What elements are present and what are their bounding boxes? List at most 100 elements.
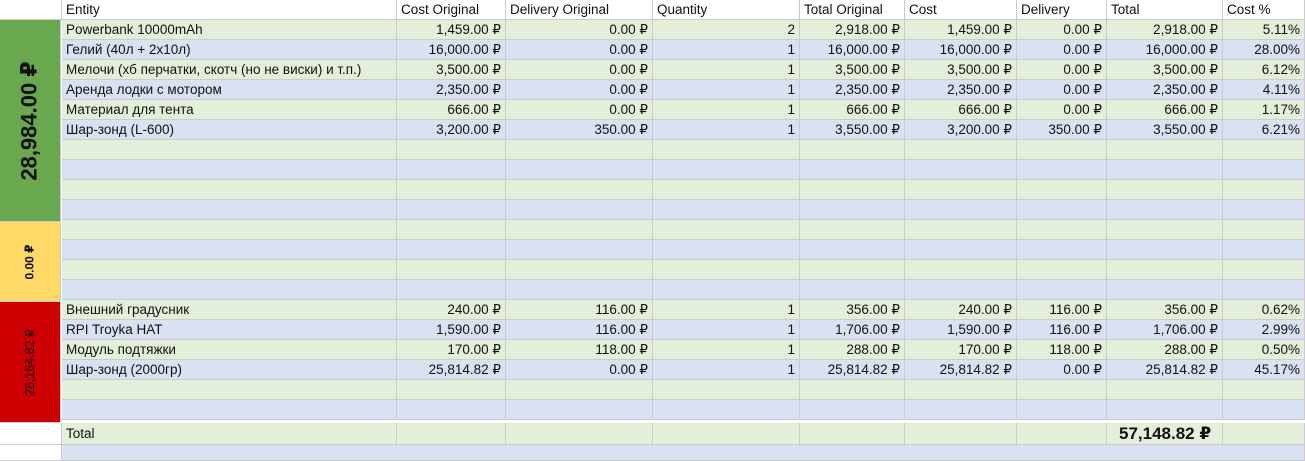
delivery-original-cell[interactable] [506,200,653,220]
cost-cell[interactable]: 25,814.82 ₽ [905,360,1017,380]
delivery-cell[interactable]: 0.00 ₽ [1017,80,1107,100]
table-cell[interactable] [800,423,905,445]
cost-cell[interactable]: 170.00 ₽ [905,340,1017,360]
delivery-cell[interactable]: 0.00 ₽ [1017,40,1107,60]
entity-cell[interactable] [62,200,397,220]
cost-original-cell[interactable]: 170.00 ₽ [397,340,506,360]
delivery-cell[interactable]: 0.00 ₽ [1017,20,1107,40]
header-cost[interactable]: Cost [905,0,1017,20]
cost-pct-cell[interactable]: 2.99% [1223,320,1305,340]
total-cell[interactable]: 356.00 ₽ [1107,300,1223,320]
entity-cell[interactable]: Модуль подтяжки [62,340,397,360]
quantity-cell[interactable]: 1 [653,60,800,80]
quantity-cell[interactable] [653,400,800,420]
total-cell[interactable] [1107,240,1223,260]
total-cell[interactable]: 3,500.00 ₽ [1107,60,1223,80]
cost-original-cell[interactable] [397,280,506,300]
table-cell[interactable] [62,445,1305,461]
cost-original-cell[interactable] [397,220,506,240]
delivery-cell[interactable]: 0.00 ₽ [1017,60,1107,80]
total-cell[interactable]: 666.00 ₽ [1107,100,1223,120]
cost-original-cell[interactable] [397,380,506,400]
grand-total-amount[interactable]: 57,148.82 ₽ [1107,423,1223,445]
quantity-cell[interactable] [653,140,800,160]
total-cell[interactable]: 288.00 ₽ [1107,340,1223,360]
total-cell[interactable]: 16,000.00 ₽ [1107,40,1223,60]
total-cell[interactable] [1107,180,1223,200]
total-original-cell[interactable] [800,200,905,220]
delivery-original-cell[interactable]: 0.00 ₽ [506,100,653,120]
cost-original-cell[interactable] [397,140,506,160]
cost-cell[interactable] [905,160,1017,180]
delivery-original-cell[interactable]: 118.00 ₽ [506,340,653,360]
cost-original-cell[interactable] [397,180,506,200]
total-cell[interactable]: 1,706.00 ₽ [1107,320,1223,340]
total-cell[interactable] [1107,220,1223,240]
cost-cell[interactable]: 16,000.00 ₽ [905,40,1017,60]
entity-cell[interactable]: Powerbank 10000mAh [62,20,397,40]
delivery-original-cell[interactable]: 0.00 ₽ [506,80,653,100]
quantity-cell[interactable]: 2 [653,20,800,40]
cost-cell[interactable]: 240.00 ₽ [905,300,1017,320]
quantity-cell[interactable]: 1 [653,100,800,120]
cost-pct-cell[interactable]: 4.11% [1223,80,1305,100]
delivery-original-cell[interactable]: 350.00 ₽ [506,120,653,140]
entity-cell[interactable]: Шар-зонд (2000гр) [62,360,397,380]
delivery-original-cell[interactable]: 0.00 ₽ [506,360,653,380]
total-cell[interactable] [1107,380,1223,400]
delivery-cell[interactable] [1017,240,1107,260]
cost-original-cell[interactable]: 16,000.00 ₽ [397,40,506,60]
delivery-original-cell[interactable] [506,180,653,200]
total-cell[interactable] [1107,160,1223,180]
cost-cell[interactable] [905,220,1017,240]
cost-pct-cell[interactable] [1223,240,1305,260]
cost-pct-cell[interactable] [1223,400,1305,420]
cost-cell[interactable] [905,180,1017,200]
delivery-cell[interactable]: 350.00 ₽ [1017,120,1107,140]
total-original-cell[interactable]: 3,550.00 ₽ [800,120,905,140]
entity-cell[interactable] [62,280,397,300]
header-total-original[interactable]: Total Original [800,0,905,20]
total-original-cell[interactable] [800,140,905,160]
quantity-cell[interactable]: 1 [653,120,800,140]
cost-pct-cell[interactable]: 45.17% [1223,360,1305,380]
delivery-cell[interactable]: 0.00 ₽ [1017,360,1107,380]
entity-cell[interactable] [62,240,397,260]
delivery-cell[interactable]: 118.00 ₽ [1017,340,1107,360]
cost-cell[interactable]: 3,200.00 ₽ [905,120,1017,140]
quantity-cell[interactable] [653,220,800,240]
cost-original-cell[interactable]: 1,590.00 ₽ [397,320,506,340]
delivery-cell[interactable] [1017,180,1107,200]
entity-cell[interactable]: Мелочи (хб перчатки, скотч (но не виски)… [62,60,397,80]
header-quantity[interactable]: Quantity [653,0,800,20]
delivery-original-cell[interactable]: 0.00 ₽ [506,40,653,60]
delivery-original-cell[interactable] [506,160,653,180]
delivery-original-cell[interactable] [506,380,653,400]
cost-cell[interactable] [905,400,1017,420]
cost-pct-cell[interactable]: 28.00% [1223,40,1305,60]
total-original-cell[interactable]: 2,350.00 ₽ [800,80,905,100]
cost-cell[interactable] [905,260,1017,280]
quantity-cell[interactable]: 1 [653,340,800,360]
quantity-cell[interactable]: 1 [653,300,800,320]
entity-cell[interactable] [62,160,397,180]
entity-cell[interactable]: Аренда лодки с мотором [62,80,397,100]
cost-pct-cell[interactable] [1223,260,1305,280]
cost-original-cell[interactable]: 1,459.00 ₽ [397,20,506,40]
delivery-original-cell[interactable]: 116.00 ₽ [506,320,653,340]
delivery-cell[interactable]: 0.00 ₽ [1017,100,1107,120]
total-original-cell[interactable] [800,380,905,400]
cost-pct-cell[interactable] [1223,380,1305,400]
delivery-original-cell[interactable]: 0.00 ₽ [506,20,653,40]
table-cell[interactable] [905,423,1017,445]
cost-cell[interactable]: 3,500.00 ₽ [905,60,1017,80]
quantity-cell[interactable] [653,180,800,200]
cost-original-cell[interactable]: 2,350.00 ₽ [397,80,506,100]
entity-cell[interactable] [62,400,397,420]
entity-cell[interactable] [62,220,397,240]
delivery-original-cell[interactable] [506,220,653,240]
total-cell[interactable]: 2,350.00 ₽ [1107,80,1223,100]
cost-original-cell[interactable]: 240.00 ₽ [397,300,506,320]
group-total-yellow[interactable]: 0.00 ₽ [0,222,61,302]
delivery-cell[interactable] [1017,200,1107,220]
